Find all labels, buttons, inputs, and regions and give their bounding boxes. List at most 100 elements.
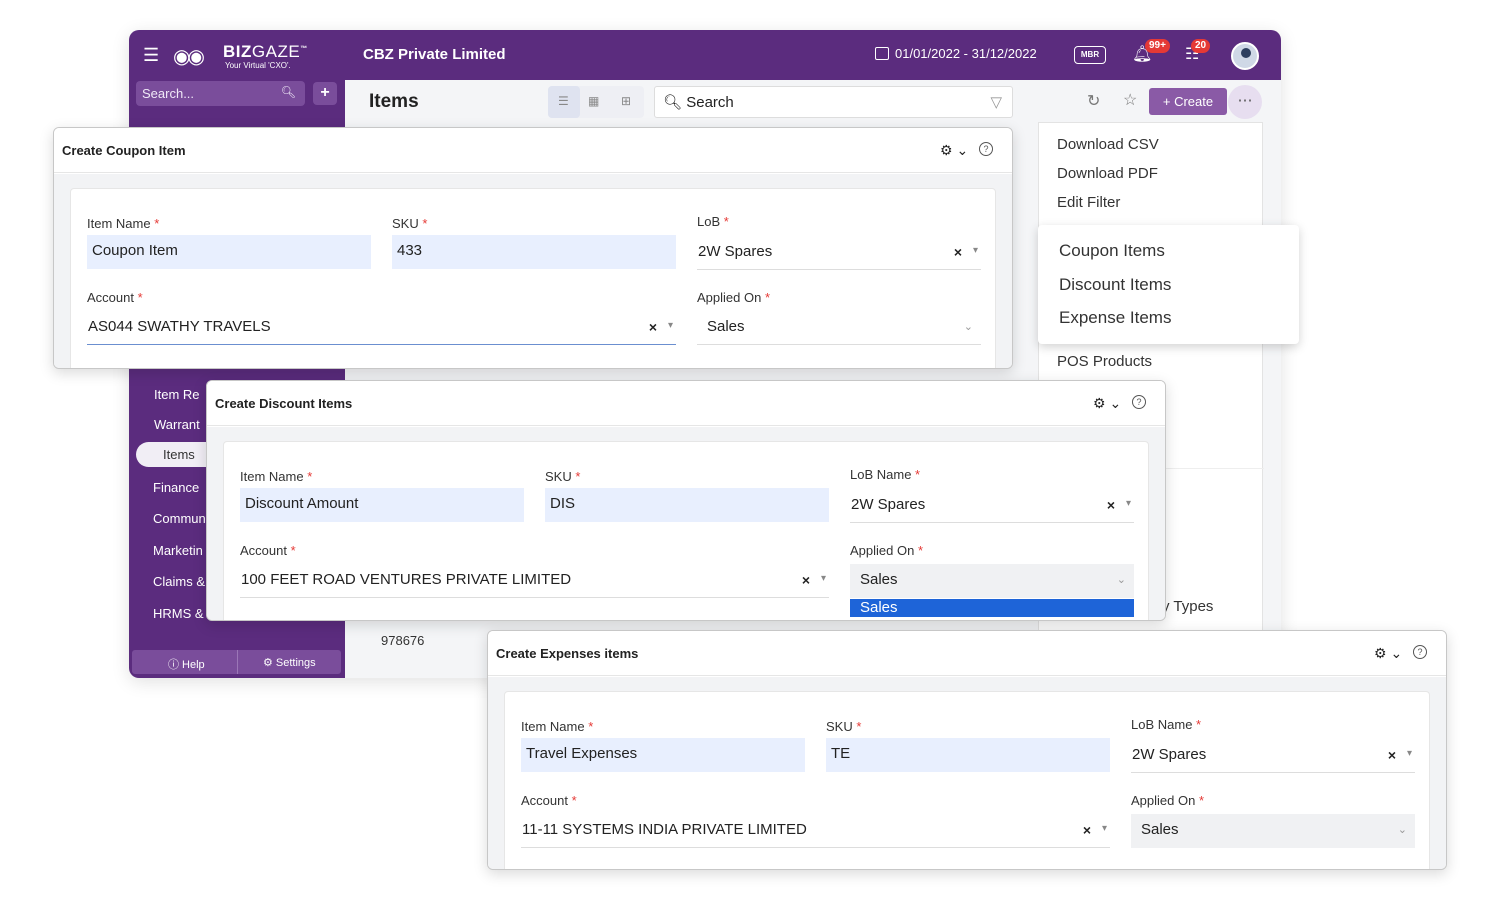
main-search-input[interactable]: 🔍︎ Search ▽ — [654, 86, 1013, 118]
create-button[interactable]: + Create — [1149, 88, 1227, 115]
account-select[interactable]: AS044 SWATHY TRAVELS × ▾ — [87, 311, 676, 345]
lob-select[interactable]: 2W Spares × ▾ — [1131, 739, 1415, 773]
sidebar-footer: ⓘ Help ⚙ Settings — [132, 650, 341, 674]
caret-down-icon[interactable]: ▾ — [973, 245, 978, 256]
applied-on-label: Applied On * — [850, 543, 924, 558]
dialog-title: Create Coupon Item — [62, 143, 186, 158]
notification-badge: 99+ — [1145, 39, 1170, 53]
submenu-item-coupon[interactable]: Coupon Items — [1059, 241, 1165, 261]
sku-field[interactable]: 433 — [392, 235, 676, 269]
sku-label: SKU * — [392, 216, 428, 231]
caret-down-icon[interactable]: ▾ — [668, 320, 673, 331]
account-label: Account * — [521, 793, 577, 808]
sku-field[interactable]: DIS — [545, 488, 829, 522]
form-card: Item Name * Coupon Item SKU * 433 LoB * … — [70, 188, 996, 368]
applied-on-select[interactable]: Sales ⌄ — [697, 311, 981, 345]
clear-icon[interactable]: × — [1107, 497, 1115, 513]
help-icon[interactable]: ? — [1132, 395, 1146, 409]
gear-icon[interactable]: ⚙ ⌄ — [1374, 645, 1402, 662]
clear-icon[interactable]: × — [954, 244, 962, 260]
create-expense-dialog: Create Expenses items ⚙ ⌄ ? Item Name * … — [487, 630, 1447, 870]
clear-icon[interactable]: × — [649, 319, 657, 335]
sidebar-item-item-re[interactable]: Item Re — [154, 387, 200, 402]
clear-icon[interactable]: × — [1388, 747, 1396, 763]
help-icon[interactable]: ? — [1413, 645, 1427, 659]
search-icon[interactable]: 🔍︎ — [281, 85, 296, 99]
account-select[interactable]: 11-11 SYSTEMS INDIA PRIVATE LIMITED × ▾ — [521, 814, 1110, 848]
clear-icon[interactable]: × — [1083, 822, 1091, 838]
submenu-item-discount[interactable]: Discount Items — [1059, 275, 1171, 295]
create-submenu: Coupon Items Discount Items Expense Item… — [1038, 225, 1299, 344]
applied-on-value: Sales — [860, 571, 898, 588]
logo-brand: BIZGAZE™ — [223, 42, 308, 61]
gear-icon[interactable]: ⚙ ⌄ — [940, 142, 968, 159]
more-options-icon[interactable]: ⋯ — [1228, 85, 1262, 119]
dropdown-option-sales[interactable]: Sales — [850, 599, 1134, 617]
menu-item-download-pdf[interactable]: Download PDF — [1057, 165, 1158, 182]
sidebar-item-warranty[interactable]: Warrant — [154, 417, 200, 432]
caret-down-icon[interactable]: ▾ — [1126, 498, 1131, 509]
account-value: 100 FEET ROAD VENTURES PRIVATE LIMITED — [241, 571, 572, 588]
clear-icon[interactable]: × — [802, 572, 810, 588]
chevron-down-icon[interactable]: ⌄ — [964, 320, 973, 333]
view-switcher: ☰ ▦ ⊞ — [548, 86, 644, 118]
dialog-header: Create Coupon Item ⚙ ⌄ ? — [54, 128, 1012, 173]
account-label: Account * — [87, 290, 143, 305]
chevron-down-icon[interactable]: ⌄ — [1398, 823, 1407, 836]
lob-select[interactable]: 2W Spares × ▾ — [850, 489, 1134, 523]
item-name-field[interactable]: Coupon Item — [87, 235, 371, 269]
menu-item-edit-filter[interactable]: Edit Filter — [1057, 194, 1120, 211]
menu-item-download-csv[interactable]: Download CSV — [1057, 136, 1159, 153]
help-icon[interactable]: ? — [979, 142, 993, 156]
mbr-button[interactable]: MBR — [1074, 46, 1106, 64]
create-coupon-dialog: Create Coupon Item ⚙ ⌄ ? Item Name * Cou… — [53, 127, 1013, 369]
gear-icon[interactable]: ⚙ ⌄ — [1093, 395, 1121, 412]
sidebar-section-communication[interactable]: Commun — [153, 511, 206, 526]
lob-name-label: LoB Name * — [1131, 717, 1202, 732]
applied-on-select[interactable]: Sales ⌄ — [1131, 814, 1415, 848]
lob-name-label: LoB Name * — [850, 467, 921, 482]
item-name-field[interactable]: Discount Amount — [240, 488, 524, 522]
date-range[interactable]: 01/01/2022 - 31/12/2022 — [875, 46, 1037, 61]
lob-select[interactable]: 2W Spares × ▾ — [697, 236, 981, 270]
refresh-icon[interactable]: ↻ — [1087, 91, 1100, 111]
account-value: 11-11 SYSTEMS INDIA PRIVATE LIMITED — [522, 821, 807, 838]
dialog-title: Create Expenses items — [496, 646, 639, 661]
caret-down-icon[interactable]: ▾ — [1407, 748, 1412, 759]
filter-icon[interactable]: ▽ — [990, 93, 1002, 111]
logo: ◉◉ BIZGAZE™ Your Virtual 'CXO'. — [173, 40, 313, 70]
sidebar-section-claims[interactable]: Claims & — [153, 574, 205, 589]
avatar[interactable] — [1231, 42, 1259, 70]
applied-on-value: Sales — [1141, 821, 1179, 838]
sku-field[interactable]: TE — [826, 738, 1110, 772]
logo-eyes-icon: ◉◉ — [173, 46, 205, 68]
footer-divider — [237, 650, 238, 674]
submenu-item-expense[interactable]: Expense Items — [1059, 308, 1171, 328]
list-view-icon[interactable]: ☰ — [558, 94, 569, 108]
sidebar-section-hrms[interactable]: HRMS & — [153, 606, 204, 621]
sidebar-add-button[interactable]: + — [313, 82, 337, 105]
settings-button[interactable]: ⚙ Settings — [263, 656, 316, 669]
dialog-title: Create Discount Items — [215, 396, 353, 411]
item-name-field[interactable]: Travel Expenses — [521, 738, 805, 772]
grid-view-icon[interactable]: ⊞ — [621, 94, 631, 108]
applied-on-label: Applied On * — [1131, 793, 1205, 808]
table-cell: 978676 — [381, 633, 425, 648]
task-badge: 20 — [1191, 39, 1211, 53]
menu-icon[interactable]: ☰ — [143, 45, 159, 66]
account-select[interactable]: 100 FEET ROAD VENTURES PRIVATE LIMITED × ▾ — [240, 564, 829, 598]
item-name-label: Item Name * — [240, 469, 313, 484]
search-icon: 🔍︎ — [663, 94, 687, 111]
help-button[interactable]: ⓘ Help — [168, 656, 205, 672]
company-name[interactable]: CBZ Private Limited — [363, 46, 506, 63]
caret-down-icon[interactable]: ▾ — [821, 573, 826, 584]
menu-item-pos-products[interactable]: POS Products — [1057, 353, 1152, 370]
caret-down-icon[interactable]: ▾ — [1102, 823, 1107, 834]
star-icon[interactable]: ☆ — [1123, 90, 1137, 110]
chevron-down-icon[interactable]: ⌄ — [1117, 573, 1126, 586]
sidebar-section-marketing[interactable]: Marketin — [153, 543, 203, 558]
card-view-icon[interactable]: ▦ — [588, 94, 599, 108]
applied-on-select[interactable]: Sales ⌄ — [850, 564, 1134, 598]
sidebar-search-input[interactable]: Search... 🔍︎ — [136, 81, 305, 106]
sidebar-section-finance[interactable]: Finance — [153, 480, 199, 495]
